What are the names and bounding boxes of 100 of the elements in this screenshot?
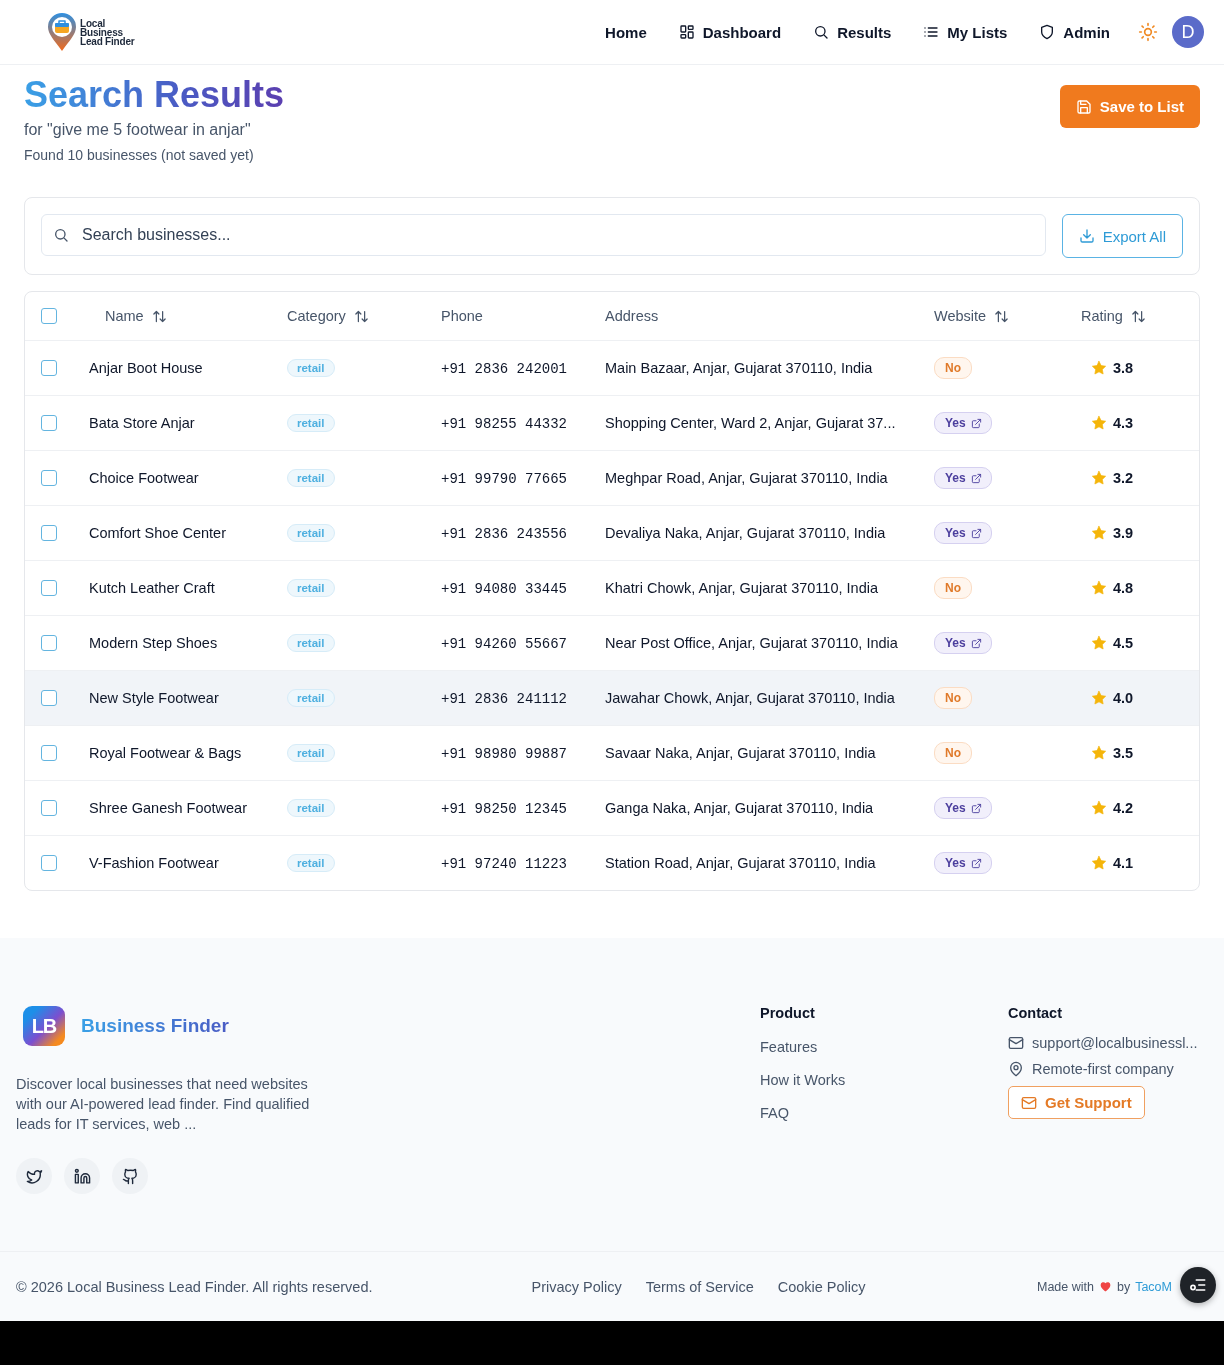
social-link[interactable] (64, 1158, 100, 1194)
search-icon (813, 24, 830, 40)
business-name: Comfort Shoe Center (89, 525, 226, 541)
business-name: Anjar Boot House (89, 360, 203, 376)
social-link[interactable] (112, 1158, 148, 1194)
category-tag: retail (287, 359, 335, 377)
address-text: Devaliya Naka, Anjar, Gujarat 370110, India (605, 525, 886, 541)
column-header[interactable]: Website (934, 308, 1010, 324)
rating-value: 3.9 (1113, 525, 1134, 541)
made-with-text: Made with (1037, 1279, 1094, 1294)
column-header[interactable]: Rating (1081, 308, 1146, 324)
website-badge[interactable]: Yes (934, 522, 992, 544)
website-badge[interactable]: Yes (934, 632, 992, 654)
email-link[interactable]: support@localbusinessl... (1032, 1035, 1198, 1051)
website-badge: No (934, 687, 972, 709)
nav-link[interactable]: Home (589, 17, 663, 47)
category-tag: retail (287, 634, 335, 652)
address-text: Jawahar Chowk, Anjar, Gujarat 370110, India (605, 690, 895, 706)
column-header[interactable]: Category (287, 308, 369, 324)
checkbox[interactable] (41, 690, 57, 706)
footer-link[interactable]: FAQ (760, 1105, 789, 1121)
checkbox[interactable] (41, 800, 57, 816)
address-text: Near Post Office, Anjar, Gujarat 370110, India (605, 635, 898, 651)
checkbox[interactable] (41, 855, 57, 871)
nav-link[interactable]: My Lists (907, 17, 1024, 47)
column-header[interactable]: Name (105, 308, 167, 324)
website-badge[interactable]: Yes (934, 412, 992, 434)
download-icon (1078, 228, 1095, 244)
by-text: by (1116, 1279, 1131, 1294)
rating-value: 4.0 (1113, 690, 1134, 706)
checkbox[interactable] (41, 470, 57, 486)
category-tag: retail (287, 799, 335, 817)
star-icon (1091, 525, 1107, 541)
checkbox[interactable] (41, 415, 57, 431)
checkbox[interactable] (41, 580, 57, 596)
business-name: New Style Footwear (89, 690, 219, 706)
business-name: Kutch Leather Craft (89, 580, 215, 596)
footer-link[interactable]: Features (760, 1039, 818, 1055)
checkbox[interactable] (41, 635, 57, 651)
column-heading: Product (760, 1005, 815, 1021)
brand-logo: LB (23, 1006, 65, 1046)
save-icon (1075, 98, 1092, 115)
phone-number: +91 2836 243556 (441, 525, 568, 542)
list-icon (923, 24, 940, 40)
phone-number: +91 2836 241112 (441, 690, 568, 707)
business-name: Bata Store Anjar (89, 415, 195, 431)
floating-menu-button[interactable] (1180, 1267, 1216, 1303)
copyright-text: © 2026 Local Business Lead Finder. All rights reserved. (16, 1278, 373, 1295)
footer-link[interactable]: How it Works (760, 1072, 846, 1088)
checkbox[interactable] (41, 360, 57, 376)
category-tag: retail (287, 579, 335, 597)
checkbox[interactable] (41, 525, 57, 541)
phone-number: +91 98250 12345 (441, 800, 568, 817)
map-pin-icon (1008, 1061, 1024, 1077)
linkedin-icon (73, 1167, 91, 1185)
legal-link[interactable]: Privacy Policy (531, 1278, 622, 1295)
address-text: Ganga Naka, Anjar, Gujarat 370110, India (605, 800, 874, 816)
website-badge[interactable]: Yes (934, 467, 992, 489)
rating-value: 4.1 (1113, 855, 1134, 871)
address-text: Shopping Center, Ward 2, Anjar, Gujarat 37... (605, 415, 896, 431)
sort-icon (994, 308, 1010, 324)
nav-link[interactable]: Admin (1023, 17, 1126, 47)
external-link-icon (970, 802, 982, 814)
search-field[interactable]: Search businesses... (41, 214, 1046, 256)
pin-briefcase-logo-icon (46, 12, 78, 52)
category-tag: retail (287, 524, 335, 542)
phone-number: +91 98255 44332 (441, 415, 568, 432)
mail-icon (1021, 1094, 1037, 1111)
column-header: Address (605, 308, 659, 324)
query-text: for "give me 5 footwear in anjar" (24, 121, 252, 139)
phone-number: +91 94080 33445 (441, 580, 568, 597)
shield-icon (1039, 24, 1056, 40)
star-icon (1091, 745, 1107, 761)
legal-link[interactable]: Cookie Policy (777, 1278, 866, 1295)
website-badge[interactable]: Yes (934, 797, 992, 819)
sort-icon (151, 308, 167, 324)
external-link-icon (970, 637, 982, 649)
category-tag: retail (287, 689, 335, 707)
social-link[interactable] (16, 1158, 52, 1194)
result-count: Found 10 businesses (not saved yet) (24, 147, 255, 163)
address-text: Khatri Chowk, Anjar, Gujarat 370110, India (605, 580, 878, 596)
phone-number: +91 97240 11223 (441, 855, 568, 872)
checkbox[interactable] (41, 308, 57, 324)
user-avatar[interactable]: D (1172, 16, 1204, 48)
nav-link[interactable]: Results (797, 17, 908, 47)
phone-number: +91 99790 77665 (441, 470, 568, 487)
rating-value: 4.3 (1113, 415, 1134, 431)
checkbox[interactable] (41, 745, 57, 761)
nav-link[interactable]: Dashboard (662, 17, 798, 47)
business-name: Choice Footwear (89, 470, 199, 486)
legal-link[interactable]: Terms of Service (645, 1278, 754, 1295)
website-badge[interactable]: Yes (934, 852, 992, 874)
phone-number: +91 94260 55667 (441, 635, 568, 652)
website-badge: No (934, 357, 972, 379)
address-text: Savaar Naka, Anjar, Gujarat 370110, India (605, 745, 876, 761)
external-link-icon (970, 417, 982, 429)
category-tag: retail (287, 469, 335, 487)
star-icon (1091, 635, 1107, 651)
phone-number: +91 98980 99887 (441, 745, 568, 762)
star-icon (1091, 690, 1107, 706)
